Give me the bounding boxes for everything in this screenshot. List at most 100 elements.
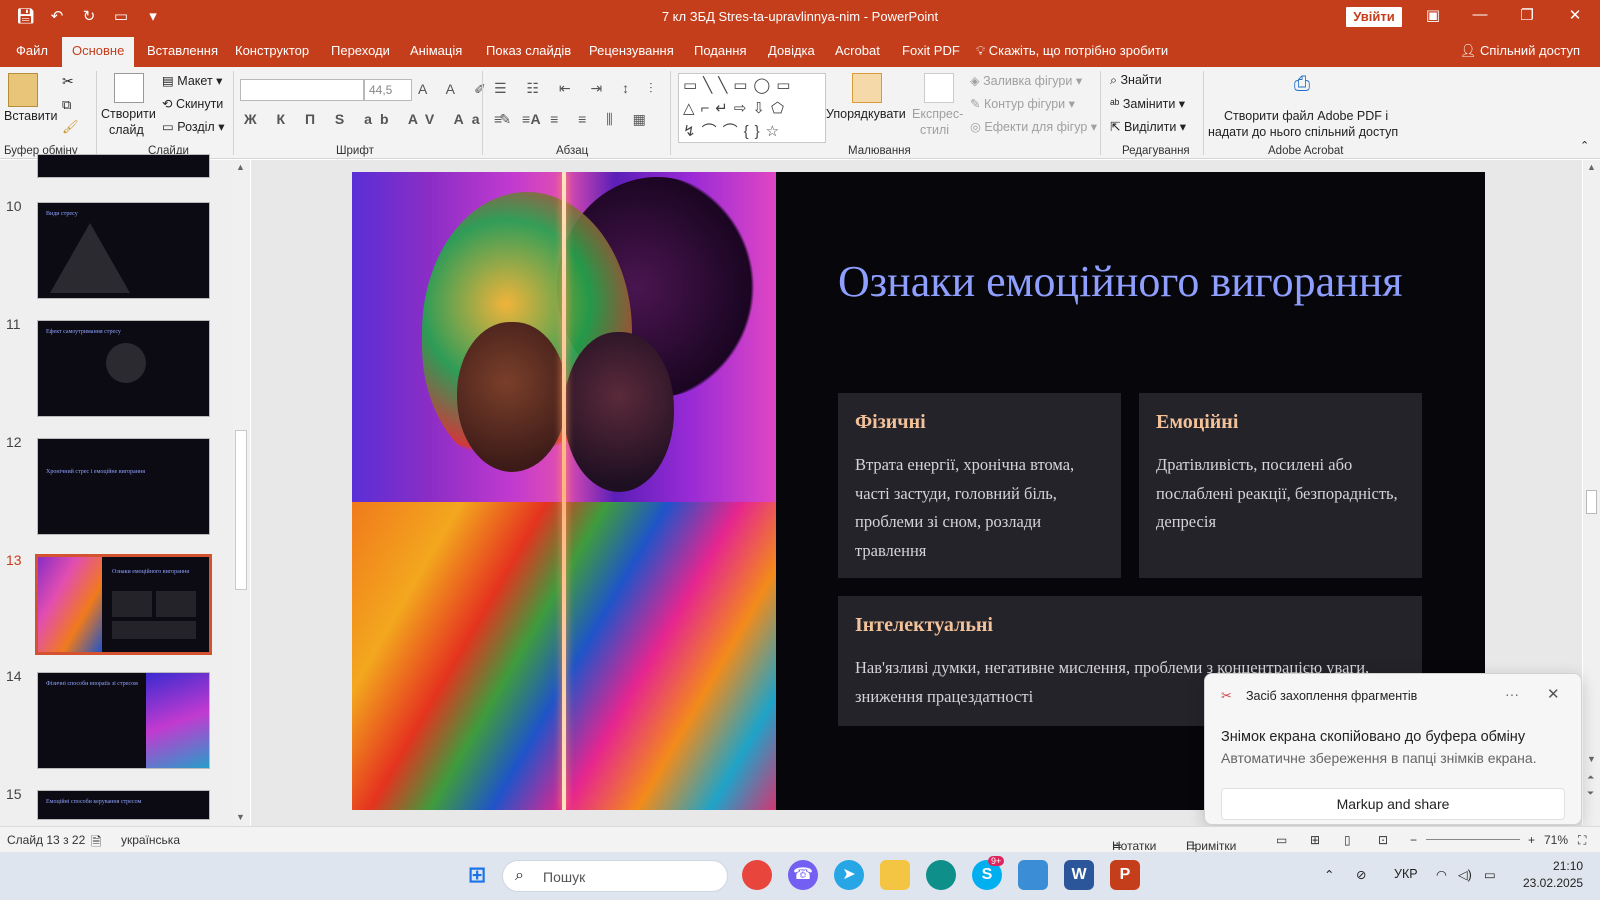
section-button[interactable]: ▭ Розділ ▾ xyxy=(162,119,224,134)
language-indicator[interactable]: українська xyxy=(121,833,180,847)
create-pdf-button[interactable]: Створити файл Adobe PDF і xyxy=(1224,109,1388,123)
paste-icon[interactable] xyxy=(8,73,38,107)
system-clock[interactable]: 21:10 23.02.2025 xyxy=(1523,858,1583,892)
next-slide-icon[interactable]: ⏷ xyxy=(1587,788,1594,799)
zoom-slider[interactable] xyxy=(1426,839,1520,840)
wifi-icon[interactable]: ◠ xyxy=(1436,867,1447,882)
scroll-up-icon[interactable]: ▲ xyxy=(236,162,245,172)
tab-file[interactable]: Файл xyxy=(16,43,48,58)
reset-button[interactable]: ⟲ Скинути xyxy=(162,96,223,111)
slide-sorter-icon[interactable]: ⊞ xyxy=(1310,833,1320,847)
notification-close-icon[interactable]: ✕ xyxy=(1547,685,1560,703)
minimize-icon[interactable]: — xyxy=(1465,6,1495,23)
reading-view-icon[interactable]: ▯ xyxy=(1344,833,1351,847)
slide-thumbnail-11[interactable]: Ефект самоутримання стресу xyxy=(37,320,210,417)
fit-slide-icon[interactable]: ⛶ xyxy=(1578,833,1586,848)
tab-slideshow[interactable]: Показ слайдів xyxy=(486,43,571,58)
zoom-level[interactable]: 71% xyxy=(1544,833,1568,847)
slide-thumbnail-9[interactable] xyxy=(37,154,210,178)
file-explorer-icon[interactable] xyxy=(880,860,910,890)
scroll-down-icon[interactable]: ▼ xyxy=(1587,754,1596,764)
slideshow-icon[interactable]: ⊡ xyxy=(1378,833,1388,847)
signin-button[interactable]: Увійти xyxy=(1346,7,1402,27)
zoom-out-icon[interactable]: − xyxy=(1410,833,1417,847)
tab-help[interactable]: Довідка xyxy=(768,43,815,58)
windows-start-icon[interactable]: ⊞ xyxy=(462,860,492,890)
slide-thumbnail-13[interactable]: Ознаки емоційного вигорання xyxy=(35,554,212,655)
edge-icon[interactable] xyxy=(926,860,956,890)
tab-acrobat[interactable]: Acrobat xyxy=(835,43,880,58)
slide-thumbnail-14[interactable]: Фізичні способи впорatis зі стресом xyxy=(37,672,210,769)
thumbnail-scrollbar[interactable]: ▲ ▼ xyxy=(233,160,249,826)
word-icon[interactable]: W xyxy=(1064,860,1094,890)
card-physical[interactable]: Фізичні Втрата енергії, хронічна втома, … xyxy=(838,393,1121,578)
telegram-icon[interactable]: ➤ xyxy=(834,860,864,890)
app-icon[interactable] xyxy=(1018,860,1048,890)
more-options-icon[interactable]: ··· xyxy=(1505,686,1519,702)
collapse-ribbon-icon[interactable]: ⌃ xyxy=(1580,139,1589,152)
powerpoint-icon[interactable]: P xyxy=(1110,860,1140,890)
slide-thumbnail-12[interactable]: Хронічний стрес і емоційне вигорання xyxy=(37,438,210,535)
scroll-up-icon[interactable]: ▲ xyxy=(1587,162,1596,172)
arrange-button[interactable]: Упорядкувати xyxy=(826,107,906,121)
taskbar-search[interactable]: ⌕ Пошук xyxy=(502,860,728,892)
slide-scrollbar[interactable]: ▲ ▼ ⏶ ⏷ xyxy=(1583,160,1600,826)
adobe-pdf-icon[interactable]: ⎙ xyxy=(1294,73,1310,96)
previous-slide-icon[interactable]: ⏶ xyxy=(1587,772,1594,783)
shapes-gallery[interactable]: ▭╲╲▭◯▭ △⌐↵⇨⇩⬠ ↯⌒⌒{}☆ xyxy=(678,73,826,143)
scroll-down-icon[interactable]: ▼ xyxy=(236,812,245,822)
cut-icon[interactable]: ✂ xyxy=(62,73,74,90)
card-emotional[interactable]: Емоційні Дратівливість, посилені або пос… xyxy=(1139,393,1422,578)
shape-effects-button[interactable]: ◎ Ефекти для фігур ▾ xyxy=(970,119,1097,134)
network-off-icon[interactable]: ⊘ xyxy=(1356,867,1366,882)
chrome-icon[interactable] xyxy=(742,860,772,890)
tab-home[interactable]: Основне xyxy=(62,37,135,67)
tab-design[interactable]: Конструктор xyxy=(235,43,309,58)
slide-thumbnail-10[interactable]: Види стресу xyxy=(37,202,210,299)
slide-photo[interactable] xyxy=(352,172,776,810)
slide-title[interactable]: Ознаки емоційного вигорання xyxy=(838,256,1402,307)
font-size-input[interactable]: 44,5 xyxy=(364,79,412,101)
new-slide-icon[interactable] xyxy=(114,73,144,103)
zoom-in-icon[interactable]: + xyxy=(1528,833,1535,847)
markup-and-share-button[interactable]: Markup and share xyxy=(1221,788,1565,820)
tell-me-search[interactable]: 💡︎ Скажіть, що потрібно зробити xyxy=(976,43,1168,59)
arrange-icon[interactable] xyxy=(852,73,882,103)
maximize-icon[interactable]: ❐ xyxy=(1512,6,1542,24)
scrollbar-thumb[interactable] xyxy=(235,430,247,590)
normal-view-icon[interactable]: ▭ xyxy=(1276,833,1287,847)
tab-insert[interactable]: Вставлення xyxy=(147,43,218,58)
copy-icon[interactable]: ⧉ xyxy=(62,97,71,113)
replace-button[interactable]: ᵃᵇ Замінити ▾ xyxy=(1110,96,1185,111)
slide-thumbnail-15[interactable]: Емоційні способи керування стресом xyxy=(37,790,210,820)
quick-styles-button[interactable]: Експрес- xyxy=(912,107,963,121)
share-button[interactable]: 👤︎ Спільний доступ xyxy=(1460,43,1580,59)
tab-animations[interactable]: Анімація xyxy=(410,43,462,58)
font-name-input[interactable] xyxy=(240,79,364,101)
shape-fill-button[interactable]: ◈ Заливка фігури ▾ xyxy=(970,73,1082,88)
ribbon-display-icon[interactable]: ▣ xyxy=(1418,6,1448,24)
shape-outline-button[interactable]: ✎ Контур фігури ▾ xyxy=(970,96,1075,111)
quick-styles-icon[interactable] xyxy=(924,73,954,103)
input-language[interactable]: УКР xyxy=(1394,867,1418,881)
select-button[interactable]: ⇱ Виділити ▾ xyxy=(1110,119,1186,134)
create-pdf-button-line2[interactable]: надати до нього спільний доступ xyxy=(1208,125,1398,139)
quick-styles-button-line2[interactable]: стилі xyxy=(920,123,949,137)
layout-button[interactable]: ▤ Макет ▾ xyxy=(162,73,222,88)
tab-foxit[interactable]: Foxit PDF xyxy=(902,43,960,58)
new-slide-button-line2[interactable]: слайд xyxy=(109,123,144,137)
list-icons[interactable]: ☰ ☷ ⇤ ⇥ ↕ ⫶ xyxy=(494,80,661,97)
volume-icon[interactable]: ◁) xyxy=(1458,867,1472,882)
show-hidden-icons[interactable]: ⌃ xyxy=(1324,867,1334,882)
format-painter-icon[interactable]: 🖌︎ xyxy=(62,119,79,135)
viber-icon[interactable]: ☎ xyxy=(788,860,818,890)
tab-view[interactable]: Подання xyxy=(694,43,747,58)
paste-button[interactable]: Вставити xyxy=(4,109,57,123)
tab-review[interactable]: Рецензування xyxy=(589,43,674,58)
find-button[interactable]: ⌕ Знайти xyxy=(1110,73,1162,88)
scrollbar-thumb[interactable] xyxy=(1586,490,1597,514)
close-icon[interactable]: ✕ xyxy=(1560,6,1590,24)
snipping-tool-notification[interactable]: ✂ Засіб захоплення фрагментів ··· ✕ Знім… xyxy=(1204,673,1582,825)
align-icons[interactable]: ≡ ≡ ≡ ≡ ⫼ ▦ xyxy=(494,111,654,128)
battery-icon[interactable]: ▭ xyxy=(1484,867,1496,882)
